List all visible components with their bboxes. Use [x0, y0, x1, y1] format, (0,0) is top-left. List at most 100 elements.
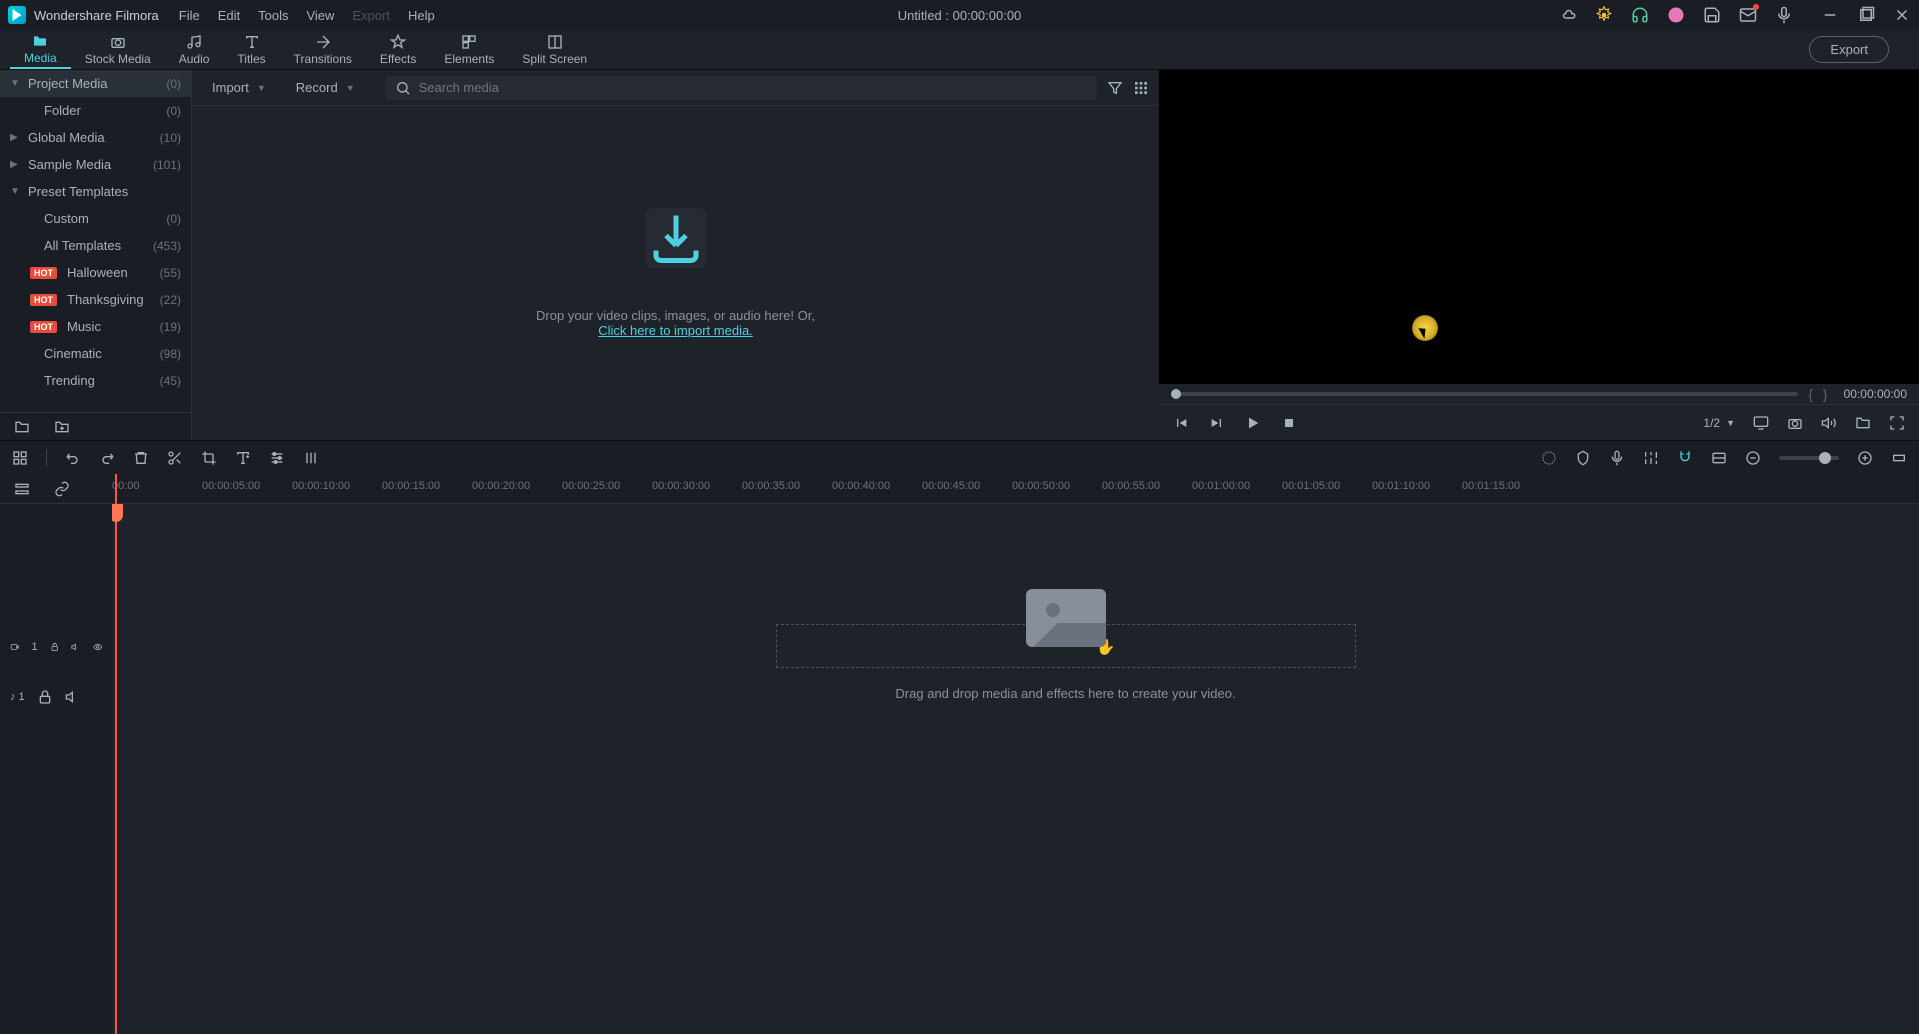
link-icon[interactable] — [54, 481, 70, 497]
track-manage-icon[interactable] — [14, 481, 30, 497]
close-icon[interactable] — [1893, 6, 1911, 24]
preview-controls: 1/2 ▼ — [1159, 404, 1919, 440]
prev-frame-icon[interactable] — [1173, 415, 1189, 431]
timeline-drop-zone[interactable]: ✋ Drag and drop media and effects here t… — [512, 624, 1619, 701]
brace-right-icon[interactable]: } — [1823, 386, 1828, 402]
scrubber-track[interactable] — [1171, 392, 1798, 396]
tab-media[interactable]: Media — [10, 30, 71, 69]
render-icon[interactable] — [1541, 450, 1557, 466]
color-icon[interactable] — [303, 450, 319, 466]
menu-edit[interactable]: Edit — [218, 8, 240, 23]
video-track-header[interactable]: 1 — [0, 622, 112, 672]
menu-file[interactable]: File — [179, 8, 200, 23]
profile-icon[interactable] — [1667, 6, 1685, 24]
speed-icon[interactable] — [269, 450, 285, 466]
link-track-icon[interactable] — [1711, 450, 1727, 466]
zoom-fit-icon[interactable] — [1891, 450, 1907, 466]
headphones-icon[interactable] — [1631, 6, 1649, 24]
sidebar-item-music[interactable]: HOTMusic(19) — [0, 313, 191, 340]
play-icon[interactable] — [1245, 415, 1261, 431]
scale-selector[interactable]: 1/2 ▼ — [1703, 416, 1735, 430]
timeline-main[interactable]: 00:0000:00:05:0000:00:10:0000:00:15:0000… — [112, 474, 1919, 1034]
filter-icon[interactable] — [1107, 80, 1123, 96]
menu-tools[interactable]: Tools — [258, 8, 288, 23]
lock-icon[interactable] — [50, 639, 59, 655]
sidebar-item-all-templates[interactable]: All Templates(453) — [0, 232, 191, 259]
voiceover-icon[interactable] — [1609, 450, 1625, 466]
search-input[interactable] — [419, 80, 1087, 95]
brace-left-icon[interactable]: { — [1808, 386, 1813, 402]
export-button[interactable]: Export — [1809, 36, 1889, 63]
scrubber-thumb[interactable] — [1171, 389, 1181, 399]
tab-effects[interactable]: Effects — [366, 30, 430, 69]
marker-icon[interactable] — [1575, 450, 1591, 466]
text-tool-icon[interactable] — [235, 450, 251, 466]
track-headers: 1 ♪ 1 — [0, 474, 112, 1034]
next-frame-icon[interactable] — [1209, 415, 1225, 431]
sidebar-item-thanksgiving[interactable]: HOTThanksgiving(22) — [0, 286, 191, 313]
tree-count: (0) — [166, 77, 181, 91]
save-icon[interactable] — [1703, 6, 1721, 24]
collapse-handle-icon[interactable]: ◀ — [191, 310, 192, 346]
record-dropdown[interactable]: Record ▼ — [286, 76, 365, 99]
export-frame-icon[interactable] — [1855, 415, 1871, 431]
mute-icon[interactable] — [65, 689, 81, 705]
delete-icon[interactable] — [133, 450, 149, 466]
display-icon[interactable] — [1753, 415, 1769, 431]
tab-stock-media[interactable]: Stock Media — [71, 30, 165, 69]
zoom-out-icon[interactable] — [1745, 450, 1761, 466]
mail-icon[interactable] — [1739, 6, 1757, 24]
sidebar-item-cinematic[interactable]: Cinematic(98) — [0, 340, 191, 367]
mic-icon[interactable] — [1775, 6, 1793, 24]
menu-view[interactable]: View — [306, 8, 334, 23]
crop-icon[interactable] — [201, 450, 217, 466]
zoom-slider[interactable] — [1779, 456, 1839, 460]
import-dropdown[interactable]: Import ▼ — [202, 76, 276, 99]
media-drop-zone[interactable]: Drop your video clips, images, or audio … — [192, 106, 1159, 440]
redo-icon[interactable] — [99, 450, 115, 466]
cut-icon[interactable] — [167, 450, 183, 466]
magnet-icon[interactable] — [1677, 450, 1693, 466]
new-folder-plus-icon[interactable] — [54, 419, 70, 435]
tab-transitions[interactable]: Transitions — [280, 30, 366, 69]
mixer-icon[interactable] — [1643, 450, 1659, 466]
eye-icon[interactable] — [93, 639, 102, 655]
volume-icon[interactable] — [1821, 415, 1837, 431]
search-box[interactable] — [385, 76, 1097, 100]
tab-elements[interactable]: Elements — [430, 30, 508, 69]
gear-icon[interactable] — [1595, 6, 1613, 24]
sidebar-item-preset-templates[interactable]: ▼Preset Templates — [0, 178, 191, 205]
tab-audio[interactable]: Audio — [165, 30, 224, 69]
fullscreen-icon[interactable] — [1889, 415, 1905, 431]
sidebar-item-trending[interactable]: Trending(45) — [0, 367, 191, 394]
import-link[interactable]: Click here to import media. — [598, 323, 753, 338]
drop-zone-box: ✋ — [776, 624, 1356, 668]
tab-split-screen[interactable]: Split Screen — [508, 30, 601, 69]
new-folder-icon[interactable] — [14, 419, 30, 435]
zoom-in-icon[interactable] — [1857, 450, 1873, 466]
sidebar-item-project-media[interactable]: ▼Project Media(0) — [0, 70, 191, 97]
sidebar-item-folder[interactable]: Folder(0) — [0, 97, 191, 124]
audio-track-header[interactable]: ♪ 1 — [0, 672, 112, 722]
undo-icon[interactable] — [65, 450, 81, 466]
proxy-icon[interactable] — [12, 450, 28, 466]
menu-help[interactable]: Help — [408, 8, 435, 23]
playhead[interactable] — [115, 474, 117, 1034]
snapshot-icon[interactable] — [1787, 415, 1803, 431]
mute-icon[interactable] — [71, 639, 80, 655]
zoom-thumb[interactable] — [1819, 452, 1831, 464]
maximize-icon[interactable] — [1857, 6, 1875, 24]
minimize-icon[interactable] — [1821, 6, 1839, 24]
timeline-ruler[interactable]: 00:0000:00:05:0000:00:10:0000:00:15:0000… — [112, 474, 1919, 504]
sidebar-item-halloween[interactable]: HOTHalloween(55) — [0, 259, 191, 286]
sidebar-item-custom[interactable]: Custom(0) — [0, 205, 191, 232]
stop-icon[interactable] — [1281, 415, 1297, 431]
preview-video[interactable] — [1159, 70, 1919, 384]
grid-icon[interactable] — [1133, 80, 1149, 96]
sidebar-item-global-media[interactable]: ▶Global Media(10) — [0, 124, 191, 151]
lock-icon[interactable] — [37, 689, 53, 705]
sidebar-item-sample-media[interactable]: ▶Sample Media(101) — [0, 151, 191, 178]
playhead-handle[interactable] — [112, 504, 123, 522]
tab-titles[interactable]: Titles — [223, 30, 279, 69]
cloud-icon[interactable] — [1559, 6, 1577, 24]
